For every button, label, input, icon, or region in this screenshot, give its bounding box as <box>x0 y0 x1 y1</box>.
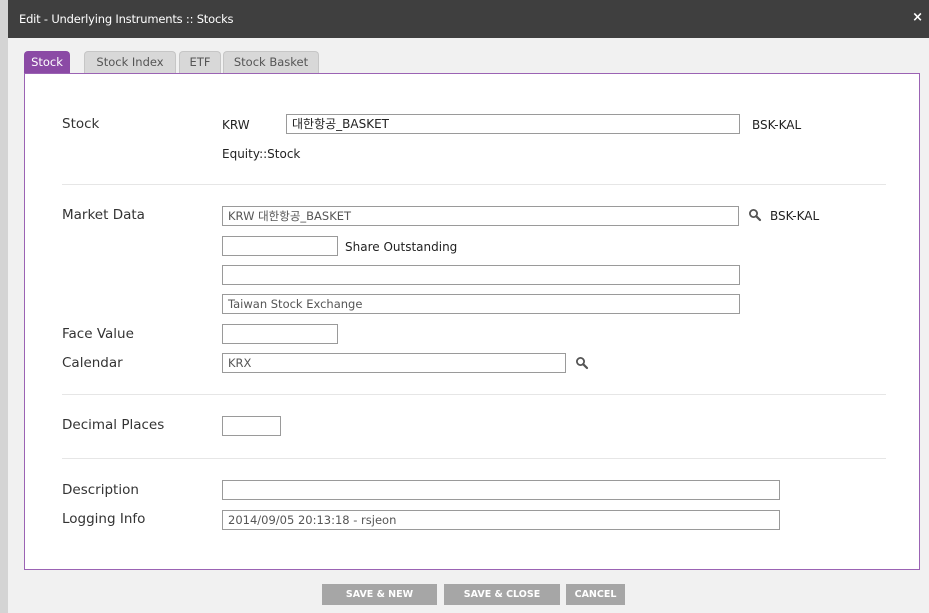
market-data-label: Market Data <box>62 207 145 223</box>
face-value-input[interactable] <box>222 324 338 344</box>
tab-stock[interactable]: Stock <box>24 51 70 74</box>
section-divider <box>62 394 886 395</box>
description-label: Description <box>62 482 139 498</box>
left-edge <box>0 0 8 613</box>
logging-info-label: Logging Info <box>62 511 146 527</box>
stock-code: BSK-KAL <box>752 118 802 132</box>
magnifier-icon[interactable] <box>748 208 762 222</box>
logging-info-field: 2014/09/05 20:13:18 - rsjeon <box>222 510 780 530</box>
market-data-extra-input[interactable] <box>222 265 740 285</box>
dialog-footer: SAVE & NEW SAVE & CLOSE CANCEL <box>8 570 929 613</box>
calendar-label: Calendar <box>62 355 123 371</box>
cancel-button[interactable]: CANCEL <box>566 584 625 605</box>
section-divider <box>62 458 886 459</box>
stock-label: Stock <box>62 116 100 132</box>
title-bar: Edit - Underlying Instruments :: Stocks … <box>8 0 929 38</box>
close-icon[interactable]: × <box>912 10 923 25</box>
window-title: Edit - Underlying Instruments :: Stocks <box>19 12 234 26</box>
share-outstanding-input[interactable] <box>222 236 338 256</box>
exchange-input[interactable]: Taiwan Stock Exchange <box>222 294 740 314</box>
stock-form-panel: Stock KRW 대한항공_BASKET BSK-KAL Equity::St… <box>24 73 920 570</box>
share-outstanding-label: Share Outstanding <box>345 240 458 254</box>
face-value-label: Face Value <box>62 326 134 342</box>
decimal-places-input[interactable] <box>222 416 281 436</box>
stock-type: Equity::Stock <box>222 147 301 161</box>
market-data-code: BSK-KAL <box>770 209 820 223</box>
tab-stock-basket[interactable]: Stock Basket <box>223 51 319 73</box>
save-and-close-button[interactable]: SAVE & CLOSE <box>444 584 560 605</box>
save-and-new-button[interactable]: SAVE & NEW <box>322 584 437 605</box>
section-divider <box>62 184 886 185</box>
stock-name-input[interactable]: 대한항공_BASKET <box>286 114 740 134</box>
tab-etf[interactable]: ETF <box>179 51 221 73</box>
description-input[interactable] <box>222 480 780 500</box>
edit-dialog: Edit - Underlying Instruments :: Stocks … <box>8 0 929 613</box>
decimal-places-label: Decimal Places <box>62 417 165 433</box>
tab-stock-index[interactable]: Stock Index <box>84 51 176 73</box>
calendar-input[interactable]: KRX <box>222 353 566 373</box>
market-data-source-input[interactable]: KRW 대한항공_BASKET <box>222 206 739 226</box>
magnifier-icon[interactable] <box>575 356 589 370</box>
stock-currency: KRW <box>222 118 250 132</box>
